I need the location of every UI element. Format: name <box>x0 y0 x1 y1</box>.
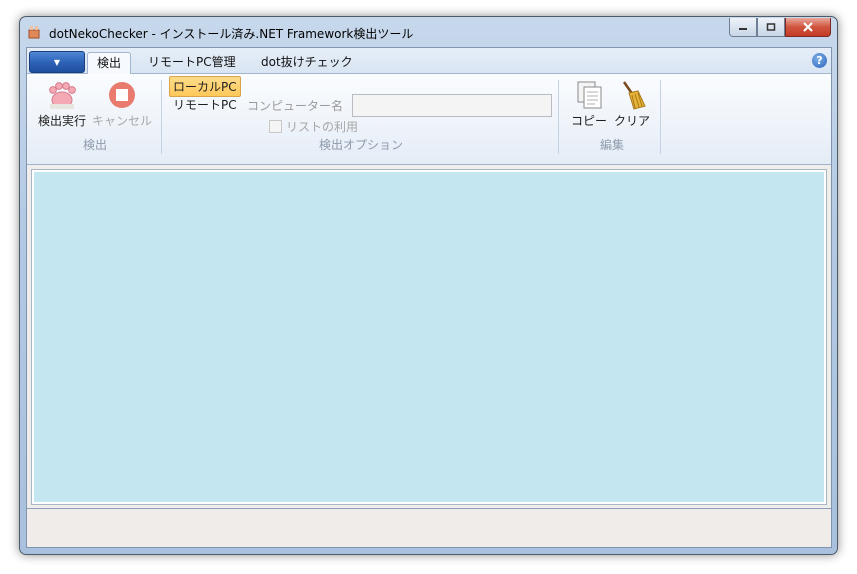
close-icon <box>803 22 813 32</box>
window-title: dotNekoChecker - インストール済み.NET Framework検… <box>49 27 414 41</box>
main-window: dotNekoChecker - インストール済み.NET Framework検… <box>19 16 838 555</box>
clear-button[interactable]: クリア <box>613 80 651 129</box>
group-edit-label: 編集 <box>600 138 625 152</box>
minimize-icon <box>739 28 747 30</box>
client-area: ▼ 検出 リモートPC管理 dot抜けチェック ? 検出実行 キャンセル 検出 … <box>26 47 832 548</box>
clear-label: クリア <box>613 114 650 128</box>
tab-remote-pc[interactable]: リモートPC管理 <box>139 52 245 73</box>
copy-icon <box>573 80 605 110</box>
copy-label: コピー <box>570 114 607 128</box>
broom-icon <box>616 80 648 110</box>
restore-button[interactable] <box>757 18 785 37</box>
result-output-area[interactable] <box>31 169 827 505</box>
ribbon-panel: 検出実行 キャンセル 検出 ローカルPC リモートPC コンピューター名 リスト… <box>27 74 831 165</box>
cancel-label: キャンセル <box>91 114 152 128</box>
app-menu-button[interactable]: ▼ <box>29 51 85 73</box>
group-detect-label: 検出 <box>83 138 108 152</box>
group-options-label: 検出オプション <box>319 138 404 152</box>
group-separator <box>660 80 661 154</box>
status-bar <box>27 508 831 547</box>
run-detect-button[interactable]: 検出実行 <box>33 80 91 129</box>
chevron-down-icon: ▼ <box>53 57 61 67</box>
computer-name-label: コンピューター名 <box>247 99 344 113</box>
tab-detect[interactable]: 検出 <box>87 52 132 74</box>
use-list-label: リストの利用 <box>286 120 359 134</box>
group-separator <box>558 80 559 154</box>
run-detect-label: 検出実行 <box>37 114 86 128</box>
group-separator <box>161 80 162 154</box>
copy-button[interactable]: コピー <box>567 80 611 129</box>
minimize-button[interactable] <box>729 18 757 37</box>
paw-icon <box>46 80 78 110</box>
computer-name-input[interactable] <box>352 94 552 117</box>
use-list-checkbox[interactable] <box>269 120 282 133</box>
stop-icon <box>106 80 138 110</box>
close-button[interactable] <box>785 18 831 37</box>
local-pc-option[interactable]: ローカルPC <box>169 76 241 97</box>
remote-pc-option[interactable]: リモートPC <box>170 95 240 114</box>
help-icon[interactable]: ? <box>812 53 827 68</box>
restore-icon <box>766 23 776 31</box>
app-icon <box>28 26 40 39</box>
cancel-button[interactable]: キャンセル <box>91 80 153 129</box>
title-bar[interactable]: dotNekoChecker - インストール済み.NET Framework検… <box>20 17 837 47</box>
ribbon-tab-bar: ▼ 検出 リモートPC管理 dot抜けチェック ? <box>27 48 831 74</box>
tab-dot-check[interactable]: dot抜けチェック <box>252 52 362 73</box>
